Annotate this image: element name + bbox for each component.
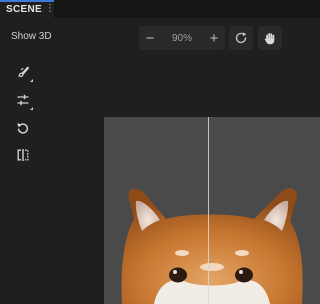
more-vertical-icon[interactable]: ⋮ (45, 4, 55, 14)
dog-image (121, 188, 303, 304)
adjust-sliders-icon (17, 94, 29, 106)
hand-pan-icon (264, 33, 275, 45)
submenu-indicator-icon (30, 79, 33, 82)
pan-button[interactable] (258, 26, 282, 50)
adjust-tool[interactable] (12, 89, 34, 111)
compare-divider[interactable] (208, 117, 209, 304)
zoom-value[interactable]: 90% (161, 33, 203, 44)
zoom-control: − 90% + (139, 26, 225, 50)
active-tab-indicator (0, 0, 54, 2)
reset-view-button[interactable] (229, 26, 253, 50)
submenu-indicator-icon (30, 107, 33, 110)
zoom-out-icon[interactable]: − (139, 26, 161, 50)
reset-view-icon (235, 32, 247, 44)
brush-tool[interactable] (12, 61, 34, 83)
brush-icon (18, 66, 29, 77)
compare-tool[interactable] (12, 144, 34, 166)
scene-viewport[interactable] (104, 117, 320, 304)
compare-split-icon (17, 149, 29, 161)
rotate-tool[interactable] (12, 117, 34, 139)
tab-scene-label: SCENE (6, 3, 42, 15)
show-3d-toggle[interactable]: Show 3D (11, 31, 52, 42)
tab-scene[interactable]: SCENE ⋮ (0, 0, 55, 18)
zoom-in-icon[interactable]: + (203, 26, 225, 50)
rotate-icon (17, 123, 28, 134)
tab-bar: SCENE ⋮ (0, 0, 320, 18)
